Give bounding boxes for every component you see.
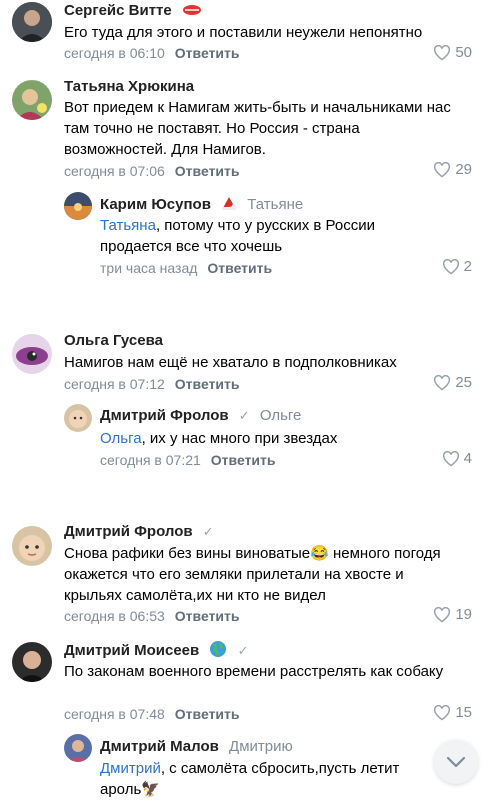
comment-text: Дмитрий, с самолёта сбросить,пусть летит…: [100, 760, 400, 798]
comment-time: сегодня в 06:10: [64, 45, 165, 61]
reply-button[interactable]: Ответить: [175, 376, 240, 392]
avatar[interactable]: [64, 404, 92, 432]
author-name[interactable]: Карим Юсупов Татьяне: [100, 195, 303, 215]
reply-to-name[interactable]: Дмитрию: [229, 738, 293, 755]
comment-meta: сегодня в 06:10 Ответить: [64, 45, 240, 61]
check-icon: ✓: [237, 642, 249, 658]
avatar[interactable]: [12, 642, 52, 682]
chevron-down-icon: [446, 756, 466, 768]
reply-button[interactable]: Ответить: [207, 260, 272, 276]
reply-to-name[interactable]: Ольге: [260, 407, 302, 424]
avatar[interactable]: [64, 734, 92, 762]
reply-button[interactable]: Ответить: [175, 706, 240, 722]
comment-text: Намигов нам ещё не хватало в подполковни…: [64, 354, 397, 371]
heart-icon: [442, 258, 459, 274]
reply-button[interactable]: Ответить: [175, 45, 240, 61]
heart-icon: [442, 450, 459, 466]
avatar[interactable]: [12, 526, 52, 566]
avatar[interactable]: [64, 192, 92, 220]
comment-text: Ольга, их у нас много при звездах: [100, 430, 338, 447]
like-count: 19: [455, 606, 472, 623]
like-button[interactable]: 29: [433, 161, 472, 178]
avatar[interactable]: [12, 80, 52, 120]
comment-time: три часа назад: [100, 260, 198, 276]
comment-time: сегодня в 07:48: [64, 706, 165, 722]
comment-meta: сегодня в 07:06 Ответить: [64, 163, 240, 179]
heart-icon: [434, 161, 451, 177]
comment-meta: три часа назад Ответить: [100, 260, 272, 276]
reply-to-name[interactable]: Татьяне: [247, 196, 303, 213]
comment-meta: сегодня в 06:53 Ответить: [64, 608, 240, 624]
like-button[interactable]: 19: [433, 606, 472, 623]
like-button[interactable]: 4: [442, 450, 472, 467]
comment-time: сегодня в 07:21: [100, 452, 201, 468]
like-count: 4: [463, 450, 472, 467]
author-name[interactable]: Дмитрий Фролов ✓: [64, 523, 214, 540]
comment-text: Его туда для этого и поставили неужели н…: [64, 24, 423, 41]
mention-link[interactable]: Дмитрий: [100, 760, 161, 777]
comment-time: сегодня в 07:06: [64, 163, 165, 179]
mention-link[interactable]: Ольга: [100, 430, 142, 447]
like-count: 25: [455, 374, 472, 391]
comment-meta: сегодня в 07:48 Ответить: [64, 706, 240, 722]
santa-hat-icon: [221, 195, 237, 215]
heart-icon: [434, 374, 451, 390]
like-count: 50: [455, 44, 472, 61]
globe-icon: [209, 640, 227, 662]
like-count: 15: [455, 704, 472, 721]
comment-meta: сегодня в 07:21 Ответить: [100, 452, 276, 468]
author-name[interactable]: Дмитрий Малов Дмитрию: [100, 738, 293, 755]
reply-button[interactable]: Ответить: [211, 452, 276, 468]
heart-icon: [434, 704, 451, 720]
comment-meta: сегодня в 07:12 Ответить: [64, 376, 240, 392]
heart-icon: [434, 44, 451, 60]
scroll-down-button[interactable]: [434, 740, 478, 784]
comment-time: сегодня в 06:53: [64, 608, 165, 624]
author-name[interactable]: Сергейс Витте: [64, 2, 202, 20]
comment-time: сегодня в 07:12: [64, 376, 165, 392]
like-count: 2: [463, 258, 472, 275]
check-icon: ✓: [238, 408, 250, 423]
check-icon: ✓: [202, 524, 214, 539]
heart-icon: [434, 606, 451, 622]
author-name[interactable]: Дмитрий Фролов ✓ Ольге: [100, 407, 301, 424]
reply-button[interactable]: Ответить: [175, 608, 240, 624]
author-name[interactable]: Татьяна Хрюкина: [64, 78, 194, 95]
like-button[interactable]: 50: [433, 44, 472, 61]
like-button[interactable]: 15: [433, 704, 472, 721]
avatar[interactable]: [12, 2, 52, 42]
author-name[interactable]: Ольга Гусева: [64, 332, 163, 349]
avatar[interactable]: [12, 334, 52, 374]
badge-icon: [182, 3, 202, 20]
reply-button[interactable]: Ответить: [175, 163, 240, 179]
like-button[interactable]: 2: [442, 258, 472, 275]
author-name[interactable]: Дмитрий Моисеев ✓: [64, 640, 249, 662]
comment-text: Татьяна, потому что у русских в России п…: [100, 217, 375, 255]
like-count: 29: [455, 161, 472, 178]
comment-text: Снова рафики без вины виноватые😂 немного…: [64, 545, 441, 604]
mention-link[interactable]: Татьяна: [100, 217, 156, 234]
comment-text: По законам военного времени расстрелять …: [64, 663, 444, 680]
comment-text: Вот приедем к Намигам жить-быть и началь…: [64, 99, 451, 158]
like-button[interactable]: 25: [433, 374, 472, 391]
